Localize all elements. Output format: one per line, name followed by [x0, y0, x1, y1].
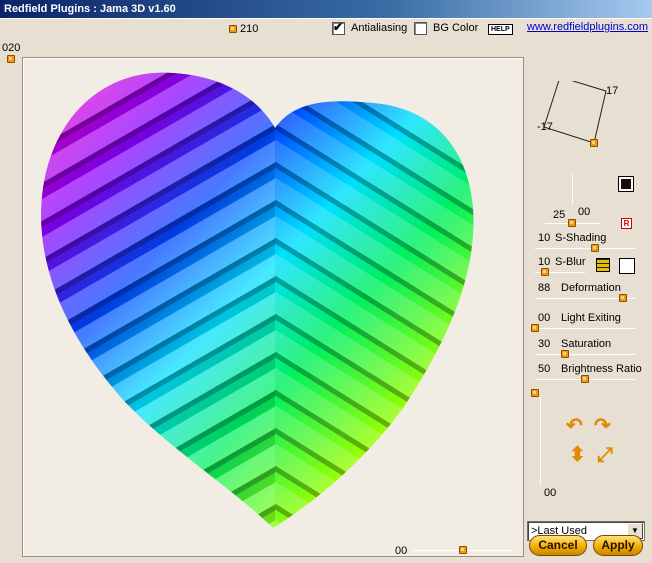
rotate-right-icon[interactable]: ↷	[594, 416, 611, 436]
s-blur-label: S-Blur	[555, 256, 586, 268]
lower-vertical-slider-value: 00	[544, 487, 557, 499]
depth-slider-handle[interactable]	[568, 219, 576, 227]
light-exiting-slider-track[interactable]	[535, 328, 635, 329]
vertical-slider-value: 00	[578, 206, 591, 218]
rotate-left-icon[interactable]: ↶	[566, 416, 583, 436]
s-shading-label: S-Shading	[555, 232, 607, 244]
saturation-label: Saturation	[561, 338, 612, 350]
light-color-swatch[interactable]	[618, 176, 634, 192]
s-shading-value: 10	[538, 232, 551, 244]
reset-r-button[interactable]: R	[621, 218, 632, 229]
move-vertical-icon[interactable]: ⬍	[569, 445, 586, 465]
rotation-handle[interactable]	[590, 139, 598, 147]
bottom-slider-value: 00	[395, 545, 408, 557]
check-icon: ✔	[333, 20, 344, 34]
saturation-value: 30	[538, 338, 551, 350]
rotation-value-a: 17	[606, 85, 619, 97]
cancel-button[interactable]: Cancel	[529, 535, 587, 556]
brightness-ratio-value: 50	[538, 363, 551, 375]
depth-value: 25	[553, 209, 566, 221]
lower-vertical-slider-handle[interactable]	[531, 389, 539, 397]
rotation-value-b: -17	[537, 121, 553, 133]
preview-canvas[interactable]	[22, 57, 524, 557]
light-exiting-slider-handle[interactable]	[531, 324, 539, 332]
resize-diagonal-icon[interactable]: ⤢	[597, 445, 613, 465]
bg-color-label: BG Color	[433, 22, 479, 34]
top-slider-value: 210	[240, 23, 259, 35]
vertical-slider-track[interactable]	[572, 174, 573, 204]
s-blur-value: 10	[538, 256, 551, 268]
s-shading-slider-handle[interactable]	[591, 244, 599, 252]
rotation-widget[interactable]: 17 -17	[534, 76, 644, 171]
light-exiting-value: 00	[538, 312, 551, 324]
left-slider-handle[interactable]	[7, 55, 15, 63]
window-title: Redfield Plugins : Jama 3D v1.60	[0, 0, 652, 18]
antialiasing-checkbox[interactable]: ✔	[332, 20, 345, 35]
brightness-ratio-slider-handle[interactable]	[581, 375, 589, 383]
light-exiting-label: Light Exiting	[561, 312, 621, 324]
apply-button[interactable]: Apply	[593, 535, 643, 556]
heart-3d-preview	[41, 72, 474, 528]
antialiasing-label: Antialiasing	[351, 22, 408, 34]
lower-vertical-slider-track[interactable]	[540, 397, 541, 485]
left-slider-value: 020	[2, 42, 21, 54]
deformation-value: 88	[538, 282, 551, 294]
brightness-ratio-label: Brightness Ratio	[561, 363, 642, 375]
help-button[interactable]: HELP	[488, 24, 513, 35]
deformation-label: Deformation	[561, 282, 621, 294]
texture-lines-icon[interactable]	[596, 258, 610, 272]
s-blur-slider-handle[interactable]	[541, 268, 549, 276]
plugin-frame: 210 ✔ Antialiasing BG Color HELP www.red…	[0, 18, 652, 563]
deformation-slider-handle[interactable]	[619, 294, 627, 302]
bg-color-checkbox[interactable]	[414, 22, 427, 35]
saturation-slider-track[interactable]	[535, 354, 635, 355]
website-link[interactable]: www.redfieldplugins.com	[527, 21, 648, 33]
bottom-slider-handle[interactable]	[459, 546, 467, 554]
top-slider-handle[interactable]	[229, 25, 237, 33]
saturation-slider-handle[interactable]	[561, 350, 569, 358]
s-shading-slider-track[interactable]	[535, 248, 635, 249]
bg-color-swatch[interactable]	[619, 258, 635, 274]
